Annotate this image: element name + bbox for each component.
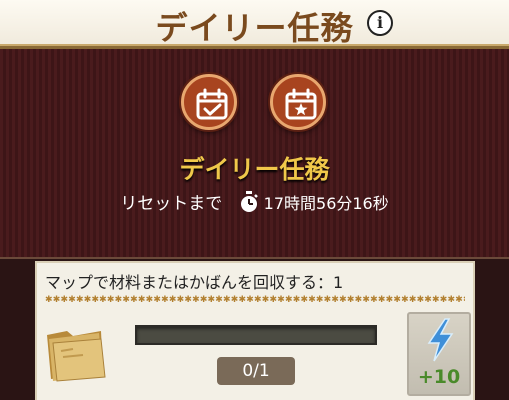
page-title: デイリー任務 bbox=[155, 9, 354, 47]
quest-progress-bar bbox=[135, 325, 377, 345]
reset-timer-row: リセットまで 17時間56分16秒 bbox=[0, 189, 509, 218]
reward-box[interactable]: +10 bbox=[407, 312, 471, 396]
reset-label: リセットまで bbox=[120, 194, 223, 214]
lightning-icon bbox=[427, 318, 454, 362]
reward-value: +10 bbox=[417, 366, 461, 388]
calendar-check-icon bbox=[196, 88, 228, 120]
tab-special-missions[interactable] bbox=[270, 74, 326, 130]
panel-title: デイリー任務 bbox=[179, 155, 330, 184]
divider: ✱✱✱✱✱✱✱✱✱✱✱✱✱✱✱✱✱✱✱✱✱✱✱✱✱✱✱✱✱✱✱✱✱✱✱✱✱✱✱✱… bbox=[45, 295, 465, 305]
info-icon[interactable]: i bbox=[367, 10, 393, 36]
calendar-star-icon bbox=[285, 88, 317, 120]
quest-card: マップで材料またはかばんを回収する：1 ✱✱✱✱✱✱✱✱✱✱✱✱✱✱✱✱✱✱✱✱… bbox=[35, 261, 475, 400]
progress-count: 0/1 bbox=[217, 357, 295, 385]
reset-countdown: 17時間56分16秒 bbox=[263, 194, 389, 213]
folder-icon bbox=[43, 321, 109, 387]
stopwatch-icon bbox=[238, 191, 260, 218]
quest-description: マップで材料またはかばんを回収する：1 bbox=[45, 273, 344, 292]
tab-daily-missions[interactable] bbox=[181, 74, 237, 130]
header-bar: デイリー任務 i bbox=[0, 0, 509, 47]
